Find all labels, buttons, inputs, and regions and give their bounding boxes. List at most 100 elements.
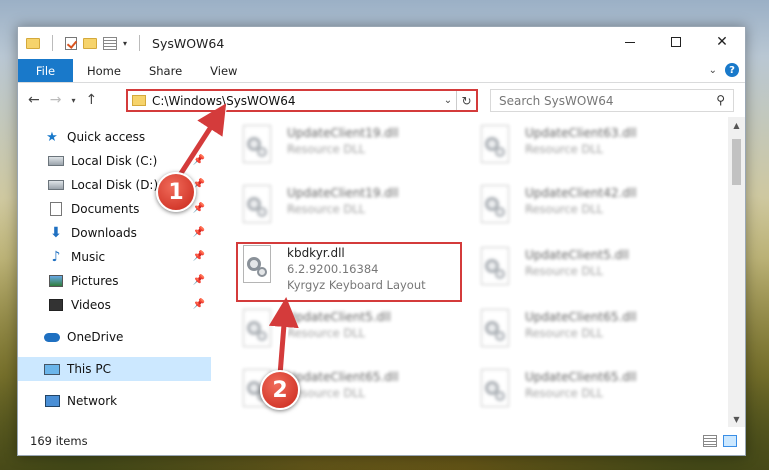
- close-button[interactable]: ✕: [699, 27, 745, 57]
- list-item[interactable]: UpdateClient19.dll Resource DLL: [239, 185, 469, 235]
- music-icon: ♪: [51, 249, 61, 265]
- dll-file-icon: [239, 185, 275, 227]
- star-icon: ★: [46, 129, 58, 145]
- list-item[interactable]: UpdateClient19.dll Resource DLL: [239, 125, 469, 175]
- pin-icon[interactable]: 📌: [193, 203, 205, 214]
- sidebar-item-label: Pictures: [71, 274, 119, 288]
- file-name: UpdateClient5.dll: [525, 248, 629, 262]
- file-name: UpdateClient63.dll: [525, 126, 637, 140]
- file-description: Resource DLL: [525, 386, 604, 400]
- sidebar-item-quick-access[interactable]: ★ Quick access: [18, 125, 211, 149]
- sidebar-item-local-disk-c[interactable]: Local Disk (C:) 📌: [18, 149, 211, 173]
- close-icon: ✕: [716, 34, 728, 50]
- file-description: Resource DLL: [525, 142, 604, 156]
- expand-ribbon-icon[interactable]: ⌄: [709, 65, 717, 76]
- sidebar-item-this-pc[interactable]: This PC: [18, 357, 211, 381]
- minimize-button[interactable]: [607, 27, 653, 57]
- search-input[interactable]: Search SysWOW64 ⚲: [490, 89, 734, 112]
- computer-icon: [44, 362, 60, 376]
- tab-view[interactable]: View: [196, 59, 251, 82]
- address-bar[interactable]: C:\Windows\SysWOW64 ⌄ ↻: [126, 89, 478, 112]
- up-arrow-icon[interactable]: ↑: [85, 92, 97, 108]
- refresh-icon[interactable]: ↻: [456, 91, 476, 110]
- disk-icon: [48, 154, 64, 168]
- dll-file-icon: [477, 185, 513, 227]
- download-icon: ⬇: [50, 225, 62, 241]
- step-badge-1: 1: [156, 172, 196, 212]
- tab-file[interactable]: File: [18, 59, 73, 82]
- pin-icon[interactable]: 📌: [193, 227, 205, 238]
- disk-icon: [48, 178, 64, 192]
- pin-icon[interactable]: 📌: [193, 275, 205, 286]
- sidebar-item-onedrive[interactable]: OneDrive: [18, 325, 211, 349]
- dll-file-icon: [477, 125, 513, 167]
- title-bar: ▾ SysWOW64 ✕: [18, 27, 745, 59]
- pin-icon[interactable]: 📌: [193, 299, 205, 310]
- scroll-down-icon[interactable]: ▼: [728, 411, 745, 427]
- file-name: UpdateClient42.dll: [525, 186, 637, 200]
- chevron-down-icon[interactable]: ▾: [123, 39, 127, 48]
- sidebar-item-label: This PC: [67, 362, 111, 376]
- help-icon[interactable]: ?: [725, 63, 739, 77]
- tiles-view-icon[interactable]: [723, 435, 737, 447]
- file-description: Resource DLL: [525, 264, 604, 278]
- list-item[interactable]: UpdateClient65.dll Resource DLL: [477, 369, 707, 419]
- forward-arrow-icon[interactable]: →: [50, 92, 62, 108]
- scroll-up-icon[interactable]: ▲: [728, 117, 745, 133]
- pictures-icon: [48, 274, 64, 288]
- tab-share[interactable]: Share: [135, 59, 196, 82]
- sidebar-item-network[interactable]: Network: [18, 389, 211, 413]
- step-badge-2: 2: [260, 370, 300, 410]
- file-name: UpdateClient19.dll: [287, 186, 399, 200]
- sidebar-item-pictures[interactable]: Pictures 📌: [18, 269, 211, 293]
- file-description: Resource DLL: [287, 142, 366, 156]
- maximize-button[interactable]: [653, 27, 699, 57]
- highlight-box: [236, 242, 462, 302]
- file-name: UpdateClient65.dll: [287, 370, 399, 384]
- folder-icon: [26, 37, 40, 49]
- sidebar-item-label: Local Disk (C:): [71, 154, 158, 168]
- properties-check-icon[interactable]: [65, 36, 77, 50]
- pin-icon[interactable]: 📌: [193, 155, 205, 166]
- file-description: Resource DLL: [525, 202, 604, 216]
- list-item[interactable]: UpdateClient65.dll Resource DLL: [477, 309, 707, 359]
- navigation-buttons: ← → ▾ ↑: [18, 92, 126, 108]
- scrollbar-thumb[interactable]: [732, 139, 741, 185]
- chevron-down-icon[interactable]: ⌄: [440, 95, 456, 106]
- dll-file-icon: [239, 125, 275, 167]
- details-view-icon[interactable]: [703, 435, 717, 447]
- back-arrow-icon[interactable]: ←: [28, 92, 40, 108]
- list-item[interactable]: UpdateClient5.dll Resource DLL: [239, 309, 469, 359]
- sidebar-item-label: Documents: [71, 202, 140, 216]
- file-description: Resource DLL: [287, 386, 366, 400]
- customize-icon[interactable]: [103, 36, 117, 50]
- list-item[interactable]: UpdateClient5.dll Resource DLL: [477, 247, 707, 297]
- sidebar-item-music[interactable]: ♪ Music 📌: [18, 245, 211, 269]
- vertical-scrollbar[interactable]: ▲ ▼: [728, 117, 745, 427]
- new-folder-icon[interactable]: [83, 37, 97, 49]
- address-row: ← → ▾ ↑ C:\Windows\SysWOW64 ⌄ ↻ Search S…: [18, 83, 745, 117]
- pin-icon[interactable]: 📌: [193, 251, 205, 262]
- tab-home[interactable]: Home: [73, 59, 135, 82]
- file-explorer-window: ▾ SysWOW64 ✕ File Home Share View ⌄ ? ← …: [17, 26, 746, 456]
- file-name: UpdateClient5.dll: [287, 310, 391, 324]
- sidebar-item-downloads[interactable]: ⬇ Downloads 📌: [18, 221, 211, 245]
- ribbon-tabs: File Home Share View ⌄ ?: [18, 59, 745, 83]
- divider: [139, 35, 141, 51]
- divider: [52, 35, 53, 51]
- maximize-icon: [671, 37, 681, 47]
- sidebar-item-videos[interactable]: Videos 📌: [18, 293, 211, 317]
- item-count: 169 items: [30, 434, 88, 448]
- list-item[interactable]: UpdateClient63.dll Resource DLL: [477, 125, 707, 175]
- search-icon[interactable]: ⚲: [716, 93, 725, 107]
- recent-locations-icon[interactable]: ▾: [71, 96, 75, 105]
- document-icon: [48, 202, 64, 216]
- address-path[interactable]: C:\Windows\SysWOW64: [152, 94, 440, 108]
- file-name: UpdateClient19.dll: [287, 126, 399, 140]
- list-item[interactable]: UpdateClient42.dll Resource DLL: [477, 185, 707, 235]
- search-placeholder: Search SysWOW64: [499, 93, 614, 108]
- navigation-pane: ★ Quick access Local Disk (C:) 📌 Local D…: [18, 117, 211, 427]
